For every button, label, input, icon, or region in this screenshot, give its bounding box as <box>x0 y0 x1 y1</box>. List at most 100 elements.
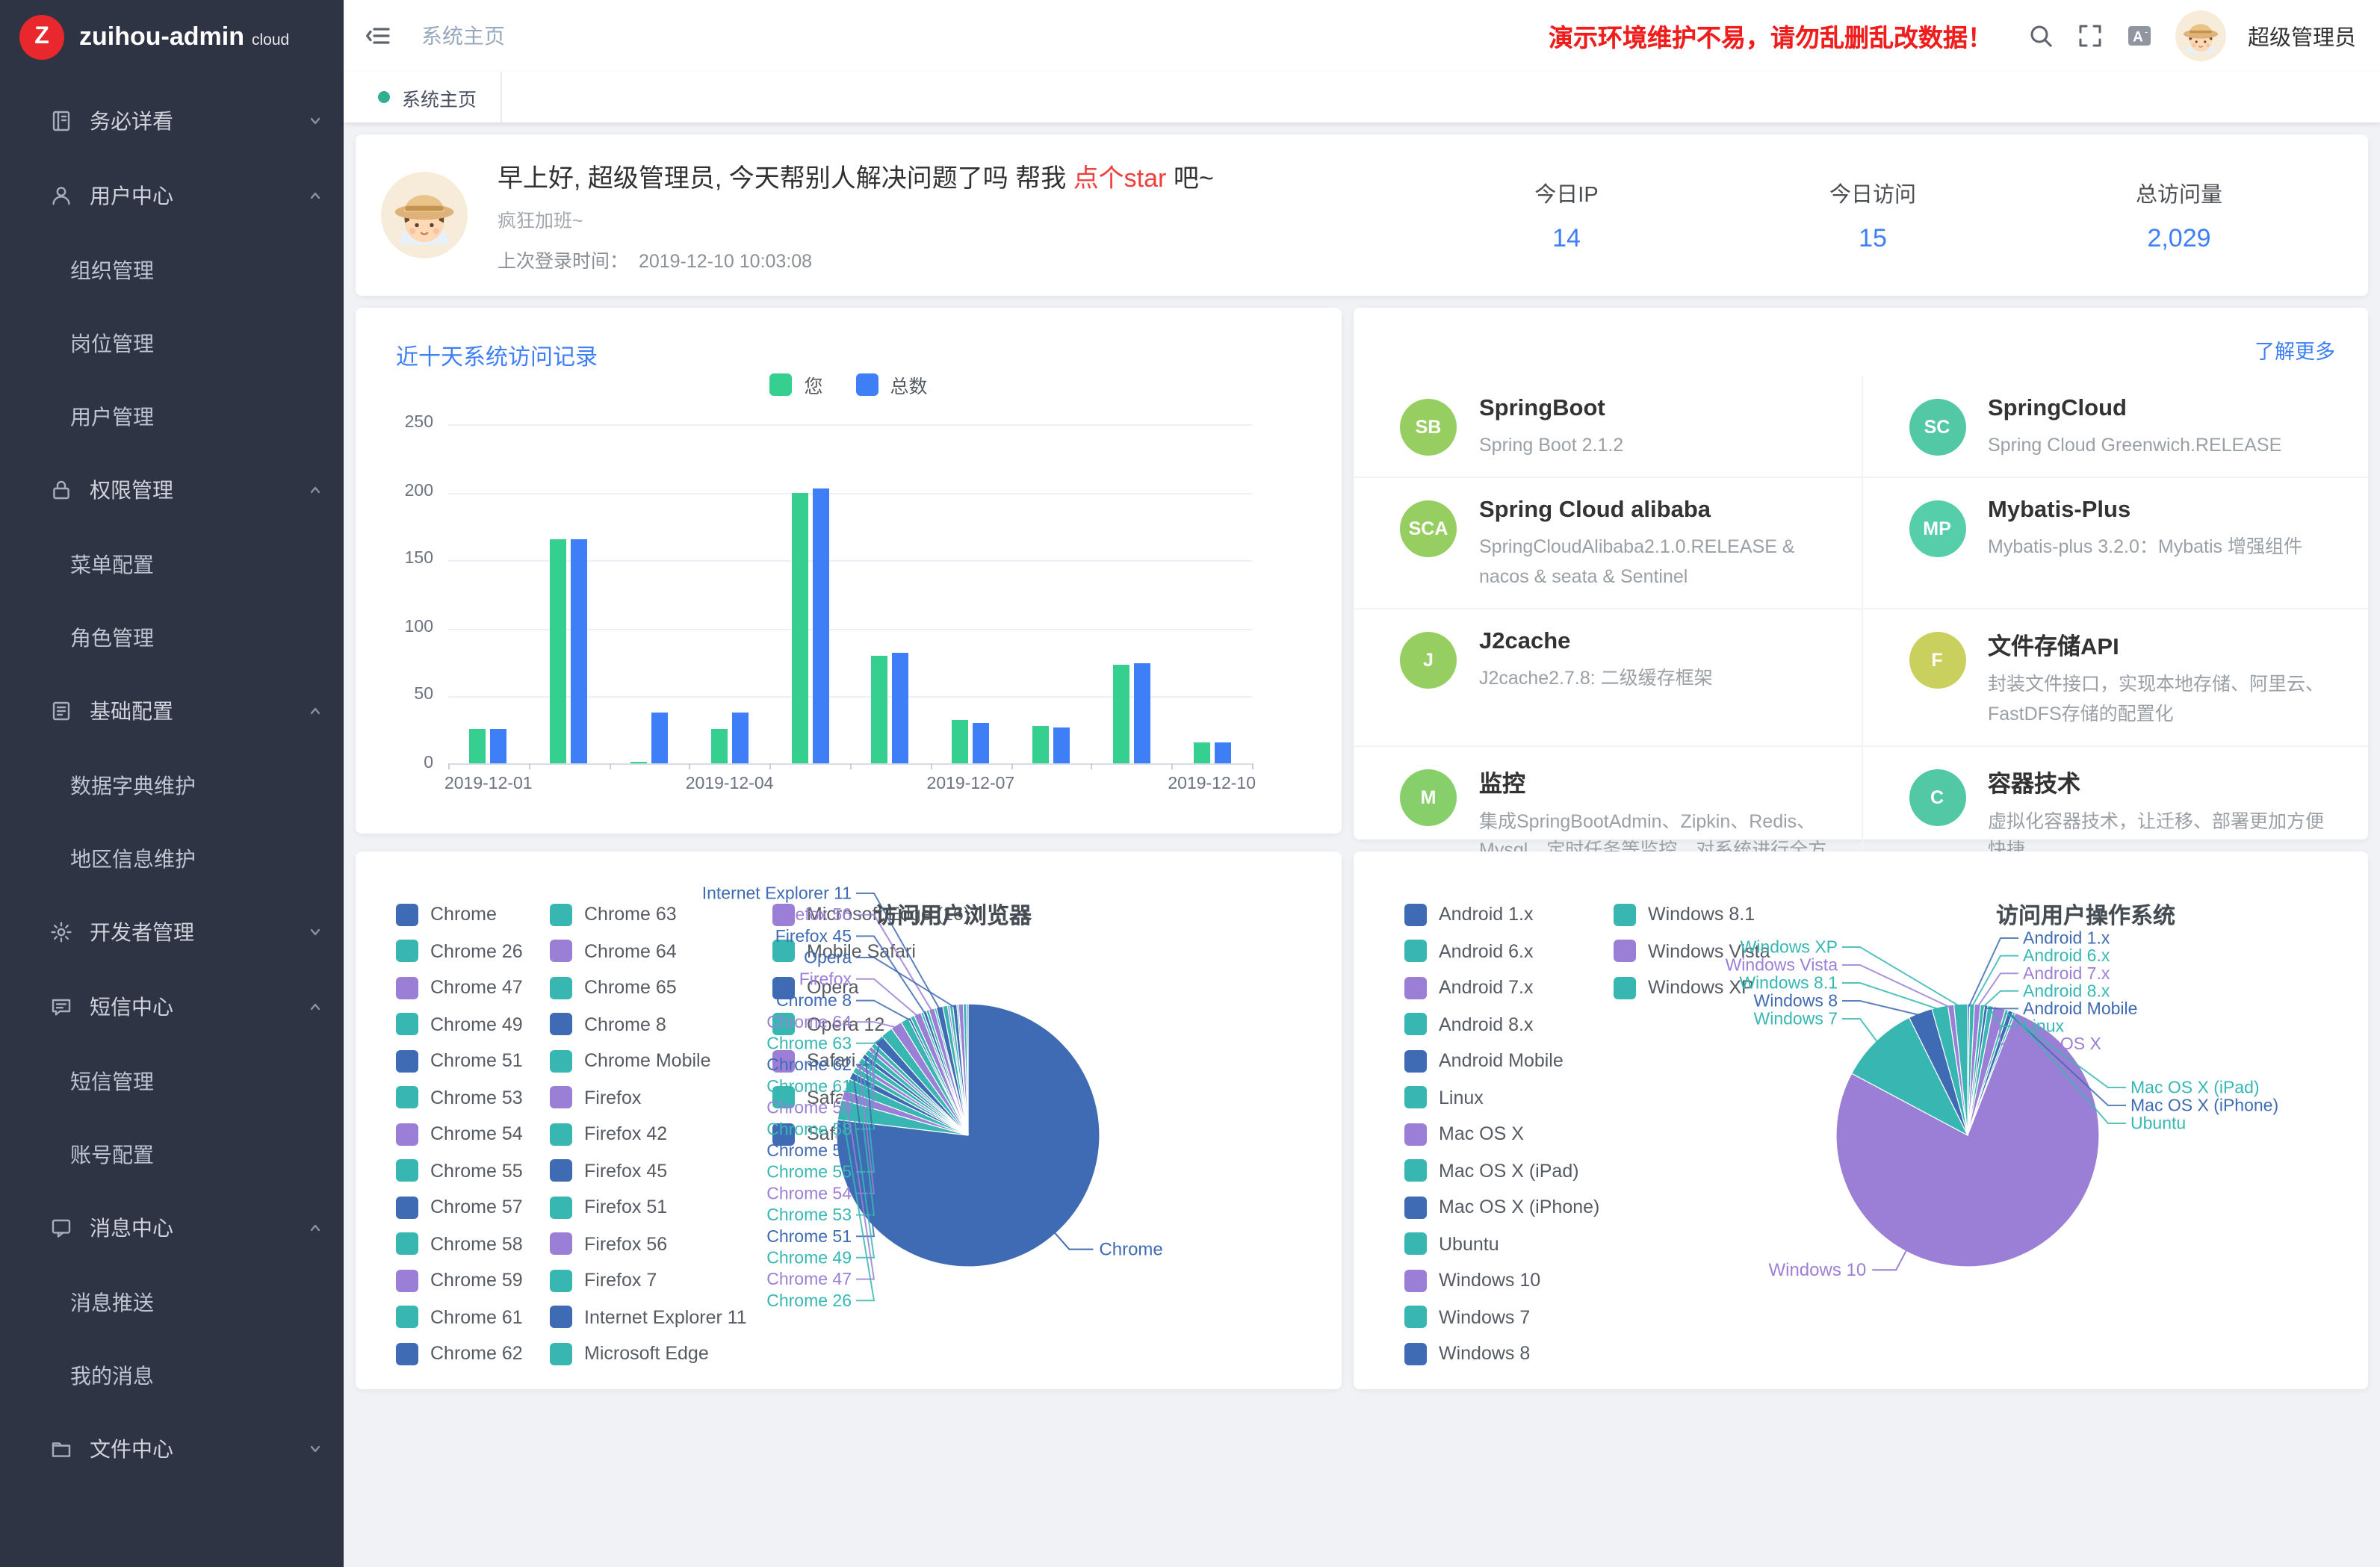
tech-item-mybatis-plus: MPMybatis-PlusMybatis-plus 3.2.0：Mybatis… <box>1861 477 2368 609</box>
axis-tick <box>1171 763 1173 769</box>
chevron-up-icon <box>308 999 323 1014</box>
pie-callout-label: Windows 8 <box>1754 991 1838 1011</box>
tabbar: 系统主页 <box>344 72 2380 122</box>
tech-badge: SB <box>1400 399 1457 456</box>
greeting-stats: 今日IP14今日访问15总访问量2,029 <box>1413 177 2332 253</box>
app-logo[interactable]: Z zuihou-admin cloud <box>0 0 344 75</box>
axis-tick <box>1252 763 1253 769</box>
sidebar-item-label: 权限管理 <box>90 475 308 505</box>
x-tick-label: 2019-12-10 <box>1168 775 1256 793</box>
visits-chart-card: 近十天系统访问记录 您总数 0501001502002502019-12-012… <box>356 308 1342 834</box>
sidebar-subitem-item[interactable]: 账号配置 <box>0 1117 344 1191</box>
sidebar-item-item[interactable]: 权限管理 <box>0 453 344 527</box>
pie-callout-label: Chrome 57 <box>766 1141 852 1160</box>
stat-2: 总访问量2,029 <box>2026 177 2332 253</box>
sidebar-subitem-item[interactable]: 角色管理 <box>0 601 344 674</box>
learn-more-link[interactable]: 了解更多 <box>2255 335 2335 364</box>
x-tick-label: 2019-12-07 <box>927 775 1015 793</box>
tech-title: Spring Cloud alibaba <box>1479 498 1828 525</box>
pie-callout-label: Chrome 8 <box>776 990 852 1010</box>
svg-text:-: - <box>2144 26 2147 37</box>
sidebar-item-label: 短信中心 <box>90 992 308 1022</box>
search-icon[interactable] <box>2027 22 2054 49</box>
pie-callout-label: Android 6.x <box>2023 946 2110 965</box>
pie-callout-label: Firefox <box>799 969 852 988</box>
hamburger-icon[interactable] <box>365 22 391 49</box>
logo-title: zuihou-admin <box>79 22 244 52</box>
tab-home[interactable]: 系统主页 <box>359 72 502 122</box>
pie-callout-label: Chrome 59 <box>766 1098 852 1117</box>
legend-item-series0[interactable]: 您 <box>769 370 822 399</box>
sidebar-subitem-item[interactable]: 菜单配置 <box>0 527 344 601</box>
browser-pie-chart: Internet Explorer 11Firefox 56Firefox 45… <box>356 851 1342 1389</box>
tab-active-dot <box>378 91 390 103</box>
sidebar-item-item[interactable]: 短信中心 <box>0 969 344 1044</box>
sidebar-item-item[interactable]: 文件中心 <box>0 1412 344 1486</box>
gridline <box>448 697 1252 698</box>
x-tick-label: 2019-12-04 <box>686 775 774 793</box>
user-avatar[interactable] <box>2175 10 2225 61</box>
pie-label-line <box>856 979 919 1017</box>
sidebar-subitem-item[interactable]: 消息推送 <box>0 1265 344 1338</box>
tech-grid: SBSpringBootSpring Boot 2.1.2SCSpringClo… <box>1354 376 2368 840</box>
tech-item-api: F文件存储API封装文件接口，实现本地存储、阿里云、FastDFS存储的配置化 <box>1861 608 2368 745</box>
tech-item-springcloud: SCSpringCloudSpring Cloud Greenwich.RELE… <box>1861 376 2368 477</box>
sidebar-item-item[interactable]: 用户中心 <box>0 158 344 233</box>
sidebar-item-item[interactable]: 消息中心 <box>0 1191 344 1265</box>
stat-value: 14 <box>1413 223 1720 253</box>
gridline <box>448 560 1252 562</box>
bar-series1-2019-12-05 <box>812 488 828 763</box>
username[interactable]: 超级管理员 <box>2248 20 2356 52</box>
axis-tick <box>689 763 691 769</box>
gridline <box>448 629 1252 630</box>
pie-callout-label: Chrome 64 <box>766 1012 852 1031</box>
sidebar-subitem-item[interactable]: 用户管理 <box>0 379 344 453</box>
bar-series1-2019-12-10 <box>1214 743 1230 763</box>
bar-series1-2019-12-01 <box>491 729 507 763</box>
axis-tick <box>609 763 610 769</box>
tech-item-j2cache: JJ2cacheJ2cache2.7.8: 二级缓存框架 <box>1354 608 1861 745</box>
sidebar-item-item[interactable]: 基础配置 <box>0 674 344 748</box>
sidebar-subitem-item[interactable]: 组织管理 <box>0 233 344 306</box>
charts-row-1: 近十天系统访问记录 您总数 0501001502002502019-12-012… <box>356 308 2368 840</box>
pie-callout-label: Android 8.x <box>2023 981 2110 1000</box>
sidebar-item-item[interactable]: 务必详看 <box>0 84 344 158</box>
bar-series1-2019-12-03 <box>651 713 668 763</box>
bar-series1-2019-12-02 <box>571 539 587 763</box>
y-tick-label: 200 <box>374 482 433 500</box>
notebook-icon <box>49 109 73 133</box>
tech-item-springboot: SBSpringBootSpring Boot 2.1.2 <box>1354 376 1861 477</box>
last-login-label: 上次登录时间： <box>498 251 628 272</box>
stat-value: 2,029 <box>2026 223 2332 253</box>
pie-callout-label: Windows Vista <box>1726 955 1838 975</box>
tech-desc: SpringCloudAlibaba2.1.0.RELEASE & nacos … <box>1479 534 1828 592</box>
stat-0: 今日IP14 <box>1413 177 1720 253</box>
bar-plot: 0501001502002502019-12-012019-12-042019-… <box>448 424 1252 765</box>
sidebar-subitem-item[interactable]: 我的消息 <box>0 1338 344 1412</box>
sidebar-subitem-item[interactable]: 数据字典维护 <box>0 748 344 822</box>
sidebar-subitem-item[interactable]: 地区信息维护 <box>0 822 344 895</box>
y-tick-label: 250 <box>374 414 433 432</box>
font-size-icon[interactable]: A- <box>2125 22 2152 49</box>
sidebar-item-item[interactable]: 开发者管理 <box>0 895 344 969</box>
pie-callout-label: Chrome 51 <box>766 1226 852 1246</box>
y-tick-label: 150 <box>374 550 433 568</box>
pie-label-line <box>1842 1001 1921 1016</box>
bar-series1-2019-12-09 <box>1134 664 1150 763</box>
pie-callout-label: Mac OS X (iPhone) <box>2130 1096 2278 1115</box>
breadcrumb[interactable]: 系统主页 <box>421 21 505 51</box>
pie-callout-label: Chrome 62 <box>766 1055 852 1074</box>
legend-item-series1[interactable]: 总数 <box>856 370 928 399</box>
demo-warning-text: 演示环境维护不易，请勿乱删乱改数据！ <box>1549 18 1992 54</box>
tech-badge: J <box>1400 632 1457 689</box>
fullscreen-icon[interactable] <box>2076 22 2103 49</box>
bar-series0-2019-12-02 <box>550 539 566 763</box>
pie-callout-label: Chrome 61 <box>766 1076 852 1096</box>
header-actions: 演示环境维护不易，请勿乱删乱改数据！ A- 超级管理员 <box>1549 10 2356 61</box>
os-pie-chart: Windows XPWindows VistaWindows 8.1Window… <box>1354 851 2368 1389</box>
sidebar-subitem-item[interactable]: 岗位管理 <box>0 306 344 379</box>
tech-badge: F <box>1909 632 1965 689</box>
sidebar-subitem-item[interactable]: 短信管理 <box>0 1044 344 1117</box>
star-link[interactable]: 点个star <box>1073 164 1167 193</box>
greeting-title-suffix: 吧~ <box>1166 164 1213 193</box>
